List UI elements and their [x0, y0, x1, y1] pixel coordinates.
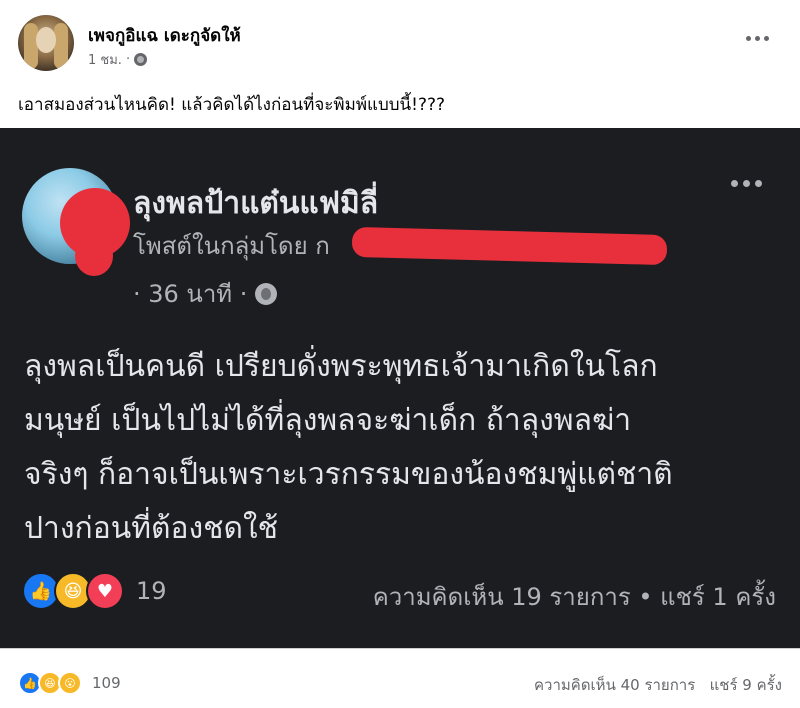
meta-separator: · [125, 52, 131, 67]
page-name[interactable]: เพจกูอิแฉ เดะกูจัดให้ [88, 22, 241, 49]
shot-stats: ความคิดเห็น 19 รายการ • แชร์ 1 ครั้ง [372, 583, 776, 611]
shot-body: ลุงพลเป็นคนดี เปรียบดั่งพระพุทธเจ้ามาเกิ… [24, 340, 784, 556]
shot-group-line: โพสต์ในกลุ่มโดย ก [133, 232, 330, 260]
shot-body-line: มนุษย์ เป็นไปไม่ได้ที่ลุงพลจะฆ่าเด็ก ถ้า… [24, 403, 632, 438]
dot-icon [745, 35, 751, 41]
shot-time-text: · 36 นาที · [133, 280, 248, 308]
reaction-count[interactable]: 109 [92, 674, 121, 692]
page-avatar[interactable] [18, 15, 74, 71]
comments-link[interactable]: ความคิดเห็น 40 รายการ [534, 676, 695, 694]
post-stats: ความคิดเห็น 40 รายการ แชร์ 9 ครั้ง [534, 673, 782, 697]
dot-icon [763, 35, 769, 41]
shot-body-line: จริงๆ ก็อาจเป็นเพราะเวรกรรมของน้องชมพู่แ… [24, 457, 673, 492]
reactions-summary[interactable]: 👍 😆 😮 109 [18, 671, 121, 695]
shot-body-line: ลุงพลเป็นคนดี เปรียบดั่งพระพุทธเจ้ามาเกิ… [24, 349, 658, 384]
shot-author-name: ลุงพลป้าแต๋นแฟมิลี่ [133, 186, 379, 221]
love-icon: ♥ [86, 572, 124, 610]
shot-body-line: ปางก่อนที่ต้องชดใช้ [24, 511, 279, 546]
wow-icon: 😮 [58, 671, 82, 695]
post-footer: 👍 😆 😮 109 ความคิดเห็น 40 รายการ แชร์ 9 ค… [0, 648, 800, 708]
post-header: เพจกูอิแฉ เดะกูจัดให้ 1 ชม. · เอาสมองส่ว… [0, 0, 800, 128]
post-meta: 1 ชม. · [88, 49, 148, 70]
shot-time: · 36 นาที · [133, 274, 278, 313]
shot-reactions: 👍 😆 ♥ 19 [22, 572, 167, 610]
more-options-button[interactable] [742, 28, 772, 48]
post-caption: เอาสมองส่วนไหนคิด! แล้วคิดได้ไงก่อนที่จะ… [18, 95, 446, 115]
shares-link[interactable]: แชร์ 9 ครั้ง [710, 676, 782, 694]
post-time[interactable]: 1 ชม. [88, 49, 122, 70]
shot-reaction-count: 19 [136, 577, 167, 605]
globe-icon [255, 282, 278, 305]
shot-more-icon [731, 180, 762, 187]
globe-icon [134, 53, 148, 66]
redaction-mark [75, 236, 113, 276]
dot-icon [754, 35, 760, 41]
post-image[interactable]: ลุงพลป้าแต๋นแฟมิลี่ โพสต์ในกลุ่มโดย ก · … [0, 128, 800, 648]
redaction-bar [351, 226, 668, 266]
